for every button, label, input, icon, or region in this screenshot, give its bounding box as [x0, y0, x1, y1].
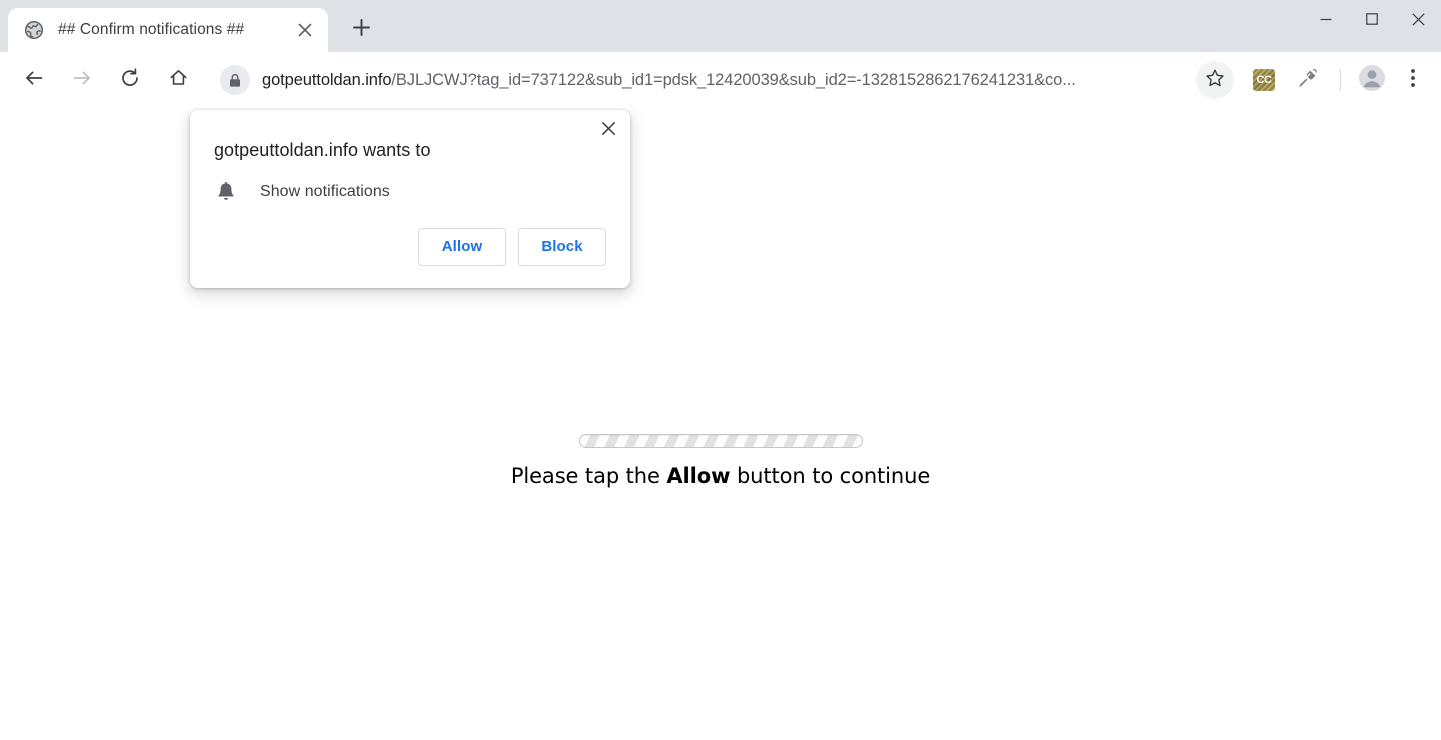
- instruction-suffix: button to continue: [730, 464, 931, 488]
- toolbar-divider: [1340, 69, 1341, 91]
- browser-tab[interactable]: ## Confirm notifications ##: [8, 8, 328, 52]
- plus-icon: [352, 19, 370, 41]
- instruction-text: Please tap the Allow button to continue: [0, 464, 1441, 488]
- notification-permission-dialog: gotpeuttoldan.info wants to Show notific…: [190, 110, 630, 288]
- url-host: gotpeuttoldan.info: [262, 70, 392, 89]
- star-icon: [1205, 68, 1225, 93]
- three-dot-menu-icon: [1410, 67, 1416, 94]
- instruction-emphasis: Allow: [666, 464, 731, 488]
- permission-row: Show notifications: [190, 162, 630, 204]
- maximize-icon[interactable]: [1349, 0, 1395, 38]
- url-path: /BJLJCWJ?tag_id=737122&sub_id1=pdsk_1242…: [391, 70, 1076, 89]
- plug-extension-icon: [1297, 67, 1319, 94]
- close-icon: [601, 121, 616, 141]
- forward-button: [63, 61, 101, 99]
- home-icon: [168, 67, 189, 93]
- address-bar[interactable]: gotpeuttoldan.info/BJLJCWJ?tag_id=737122…: [214, 61, 1188, 99]
- url-text: gotpeuttoldan.info/BJLJCWJ?tag_id=737122…: [262, 71, 1076, 90]
- permission-label: Show notifications: [260, 182, 390, 200]
- dialog-title: gotpeuttoldan.info wants to: [214, 140, 431, 160]
- arrow-left-icon: [23, 67, 45, 94]
- reload-button[interactable]: [111, 61, 149, 99]
- browser-toolbar: gotpeuttoldan.info/BJLJCWJ?tag_id=737122…: [0, 52, 1441, 108]
- reload-icon: [119, 67, 141, 94]
- instruction-prefix: Please tap the: [510, 464, 667, 488]
- window-controls: [1303, 0, 1441, 38]
- tab-close-icon[interactable]: [290, 15, 320, 45]
- page-viewport: gotpeuttoldan.info wants to Show notific…: [0, 108, 1441, 740]
- avatar-icon: [1358, 64, 1386, 97]
- page-content: Please tap the Allow button to continue: [0, 434, 1441, 488]
- allow-button[interactable]: Allow: [418, 227, 506, 266]
- home-button[interactable]: [159, 61, 197, 99]
- close-icon[interactable]: [1395, 0, 1441, 38]
- arrow-right-icon: [71, 67, 93, 94]
- minimize-icon[interactable]: [1303, 0, 1349, 38]
- lock-icon[interactable]: [220, 65, 250, 95]
- dialog-close-button[interactable]: [592, 115, 624, 147]
- new-tab-button[interactable]: [344, 13, 378, 47]
- block-button[interactable]: Block: [518, 227, 606, 266]
- browser-window: ## Confirm notifications ## gotpeuttolda…: [0, 0, 1441, 740]
- globe-icon: [24, 20, 44, 40]
- tab-strip: ## Confirm notifications ##: [0, 0, 1441, 52]
- back-button[interactable]: [15, 61, 53, 99]
- chrome-menu-button[interactable]: [1395, 61, 1431, 99]
- bookmark-button[interactable]: [1196, 61, 1234, 99]
- dialog-actions: Allow Block: [190, 204, 630, 288]
- bell-icon: [214, 180, 238, 204]
- striped-progress-bar: [578, 434, 863, 448]
- profile-button[interactable]: [1353, 61, 1391, 99]
- cc-extension-icon: CC: [1253, 69, 1275, 91]
- tab-title: ## Confirm notifications ##: [58, 21, 245, 38]
- plug-extension-button[interactable]: [1291, 63, 1325, 97]
- cc-extension-button[interactable]: CC: [1247, 63, 1281, 97]
